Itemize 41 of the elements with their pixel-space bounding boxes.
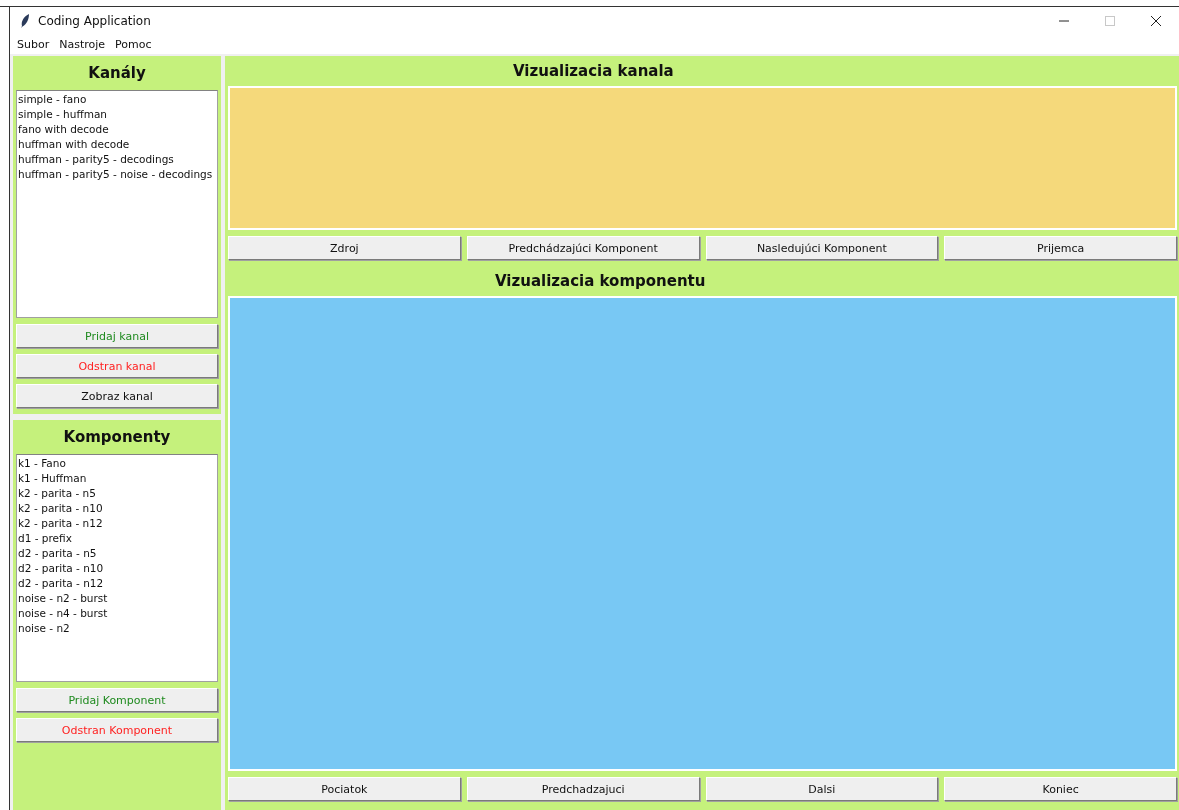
section-title: Kanály (87, 63, 147, 84)
action-button[interactable]: Pridaj kanal (16, 324, 218, 348)
window-title: Coding Application (38, 13, 152, 28)
feather-icon (20, 13, 30, 28)
list-box[interactable]: k1 - Fano k1 - Huffman k2 - parita - n5 k2 - parita - n10 k2 - parita - n12 d1 - prefix d2 - parita - n5 d2 - parita - n10 d2 - parita - n12 noise - n2 - burst noise - n4 - burst noise - n2 (16, 454, 218, 682)
menu-item[interactable]: Subor (14, 37, 53, 51)
nav-button[interactable]: Prijemca (944, 236, 1177, 260)
list-item[interactable]: k2 - parita - n12 (18, 516, 216, 531)
close-icon[interactable] (1151, 15, 1161, 26)
list-item[interactable]: k1 - Fano (18, 456, 216, 471)
list-item[interactable]: d2 - parita - n10 (18, 561, 216, 576)
list-item[interactable]: k1 - Huffman (18, 471, 216, 486)
list-item[interactable]: noise - n2 (18, 621, 216, 636)
menu-item[interactable]: Nastroje (56, 37, 109, 51)
list-item[interactable]: huffman with decode (18, 137, 216, 152)
list-item[interactable]: d1 - prefix (18, 531, 216, 546)
nav-button[interactable]: Pociatok (228, 777, 461, 801)
list-item[interactable]: simple - huffman (18, 107, 216, 122)
list-item[interactable]: k2 - parita - n10 (18, 501, 216, 516)
list-item[interactable]: huffman - parity5 - decodings (18, 152, 216, 167)
nav-button[interactable]: Predchádzajúci Komponent (466, 236, 700, 260)
list-item[interactable]: huffman - parity5 - noise - decodings (18, 167, 216, 182)
list-item[interactable]: d2 - parita - n5 (18, 546, 216, 561)
nav-button[interactable]: Dalsi (705, 777, 939, 801)
action-button[interactable]: Pridaj Komponent (16, 688, 218, 712)
menu-item[interactable]: Pomoc (112, 37, 155, 51)
action-button[interactable]: Zobraz kanal (16, 384, 218, 408)
list-item[interactable]: noise - n4 - burst (18, 606, 216, 621)
list-box[interactable]: simple - fano simple - huffman fano with decode huffman with decode huffman - parity5 - decodings huffman - parity5 - noise - decodings (16, 90, 218, 318)
nav-button[interactable]: Koniec (944, 777, 1177, 801)
list-item[interactable]: fano with decode (18, 122, 216, 137)
panel-title: Vizualizacia komponentu (494, 271, 707, 292)
list-item[interactable]: k2 - parita - n5 (18, 486, 216, 501)
list-item[interactable]: d2 - parita - n12 (18, 576, 216, 591)
list-item[interactable]: noise - n2 - burst (18, 591, 216, 606)
list-item[interactable]: simple - fano (18, 92, 216, 107)
nav-button[interactable]: Nasledujúci Komponent (705, 236, 939, 260)
nav-button[interactable]: Zdroj (228, 236, 461, 260)
panel-title: Vizualizacia kanala (512, 61, 675, 82)
nav-button[interactable]: Predchadzajuci (466, 777, 700, 801)
section-title: Komponenty (62, 427, 172, 448)
